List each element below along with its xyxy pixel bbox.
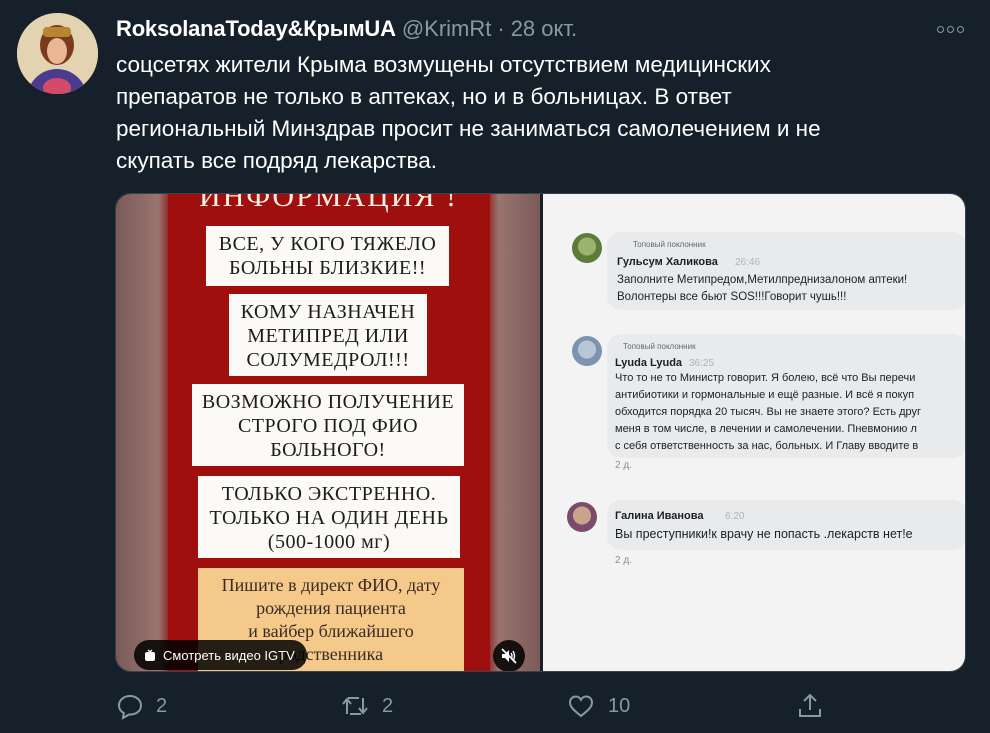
poster-card-line: БОЛЬНОГО! xyxy=(270,439,386,461)
comment-author: Галина Иванова xyxy=(615,510,704,522)
poster-image[interactable]: ИНФОРМАЦИЯ ! ВСЕ, У КОГО ТЯЖЕЛО БОЛЬНЫ Б… xyxy=(116,193,541,671)
mute-icon[interactable] xyxy=(493,640,525,671)
poster-card-line: ТОЛЬКО ЭКСТРЕННО. xyxy=(221,483,437,505)
tweet-text-line: соцсетях жители Крыма возмущены отсутств… xyxy=(116,52,771,77)
poster-card: ВОЗМОЖНО ПОЛУЧЕНИЕ СТРОГО ПОД ФИО БОЛЬНО… xyxy=(192,384,464,466)
comment-text: Что то не то Министр говорит. Я болею, в… xyxy=(615,372,922,452)
igtv-label: Смотреть видео IGTV xyxy=(163,647,295,663)
comment-text: Вы преступники!к врачу не попасть .лекар… xyxy=(615,527,913,541)
comment-avatar xyxy=(572,336,602,366)
comments-screenshot[interactable]: Топовый поклонник Гульсум Халикова 26:46… xyxy=(543,194,965,671)
poster-card-line: МЕТИПРЕД ИЛИ xyxy=(247,325,409,347)
comment-avatar xyxy=(567,502,597,532)
tweet-text-line: препаратов не только в аптеках, но и в б… xyxy=(116,84,732,109)
tweet-actions: 2 2 10 xyxy=(0,688,990,724)
share-icon xyxy=(799,693,821,717)
poster-heading: ИНФОРМАЦИЯ ! xyxy=(199,193,458,213)
retweet-button[interactable]: 2 xyxy=(340,688,393,724)
comment-age: 2 д. xyxy=(615,460,632,471)
comment-time: 36:25 xyxy=(689,358,715,369)
poster-card: КОМУ НАЗНАЧЕН МЕТИПРЕД ИЛИ СОЛУМЕДРОЛ!!! xyxy=(229,294,427,376)
author-handle[interactable]: @KrimRt xyxy=(402,16,492,42)
tweet-date[interactable]: 28 окт. xyxy=(511,16,577,42)
poster-card-line: СТРОГО ПОД ФИО xyxy=(237,415,419,437)
top-fan-badge: Топовый поклонник xyxy=(633,240,706,249)
tweet-text-line: скупать все подряд лекарства. xyxy=(116,148,437,173)
reply-button[interactable]: 2 xyxy=(116,688,167,724)
share-button[interactable] xyxy=(795,688,825,724)
comment-text: Заполните Метипредом,Метилпреднизалоном … xyxy=(617,274,908,303)
top-fan-badge: Топовый поклонник xyxy=(623,342,696,351)
author-avatar[interactable] xyxy=(17,13,98,94)
poster-card-line: (500-1000 мг) xyxy=(267,531,391,553)
poster-card-line: ВОЗМОЖНО ПОЛУЧЕНИЕ xyxy=(201,391,455,413)
tweet-media[interactable]: ИНФОРМАЦИЯ ! ВСЕ, У КОГО ТЯЖЕЛО БОЛЬНЫ Б… xyxy=(115,193,966,672)
more-options-icon[interactable] xyxy=(928,16,972,42)
comment-author: Гульсум Халикова xyxy=(617,256,718,268)
retweet-count: 2 xyxy=(382,694,394,717)
header-separator: · xyxy=(497,16,505,41)
author-name[interactable]: RoksolanaToday&КрымUA xyxy=(116,16,396,42)
comment-author: Lyuda Lyuda xyxy=(615,357,683,369)
poster-card-line: БОЛЬНЫ БЛИЗКИЕ!! xyxy=(228,257,427,279)
tweet-text: соцсетях жители Крыма возмущены отсутств… xyxy=(116,49,976,177)
poster-card: ТОЛЬКО ЭКСТРЕННО. ТОЛЬКО НА ОДИН ДЕНЬ (5… xyxy=(198,476,460,558)
poster-card-line: ТОЛЬКО НА ОДИН ДЕНЬ xyxy=(209,507,449,529)
poster-card-line: КОМУ НАЗНАЧЕН xyxy=(240,301,416,323)
tweet-header: RoksolanaToday&КрымUA @KrimRt · 28 окт. xyxy=(116,14,577,44)
poster-card-line: ВСЕ, У КОГО ТЯЖЕЛО xyxy=(218,233,437,255)
comment-time: 26:46 xyxy=(735,257,761,268)
reply-icon xyxy=(117,694,143,720)
poster-card-line: СОЛУМЕДРОЛ!!! xyxy=(246,349,410,371)
comment-age: 2 д. xyxy=(615,555,632,566)
igtv-button[interactable]: Смотреть видео IGTV xyxy=(134,640,307,670)
poster-card: ВСЕ, У КОГО ТЯЖЕЛО БОЛЬНЫ БЛИЗКИЕ!! xyxy=(206,226,449,286)
heart-icon xyxy=(568,695,594,718)
reply-count: 2 xyxy=(156,694,168,717)
like-button[interactable]: 10 xyxy=(566,688,630,724)
like-count: 10 xyxy=(608,694,631,717)
comment-avatar xyxy=(572,233,602,263)
retweet-icon xyxy=(342,697,368,715)
igtv-icon xyxy=(145,649,155,661)
poster-card-line: рождения пациента xyxy=(256,598,406,618)
poster-card-line: Пишите в директ ФИО, дату xyxy=(221,575,441,595)
comment-time: 6:20 xyxy=(725,511,745,522)
tweet-text-line: региональный Минздрав просит не занимать… xyxy=(116,116,821,141)
